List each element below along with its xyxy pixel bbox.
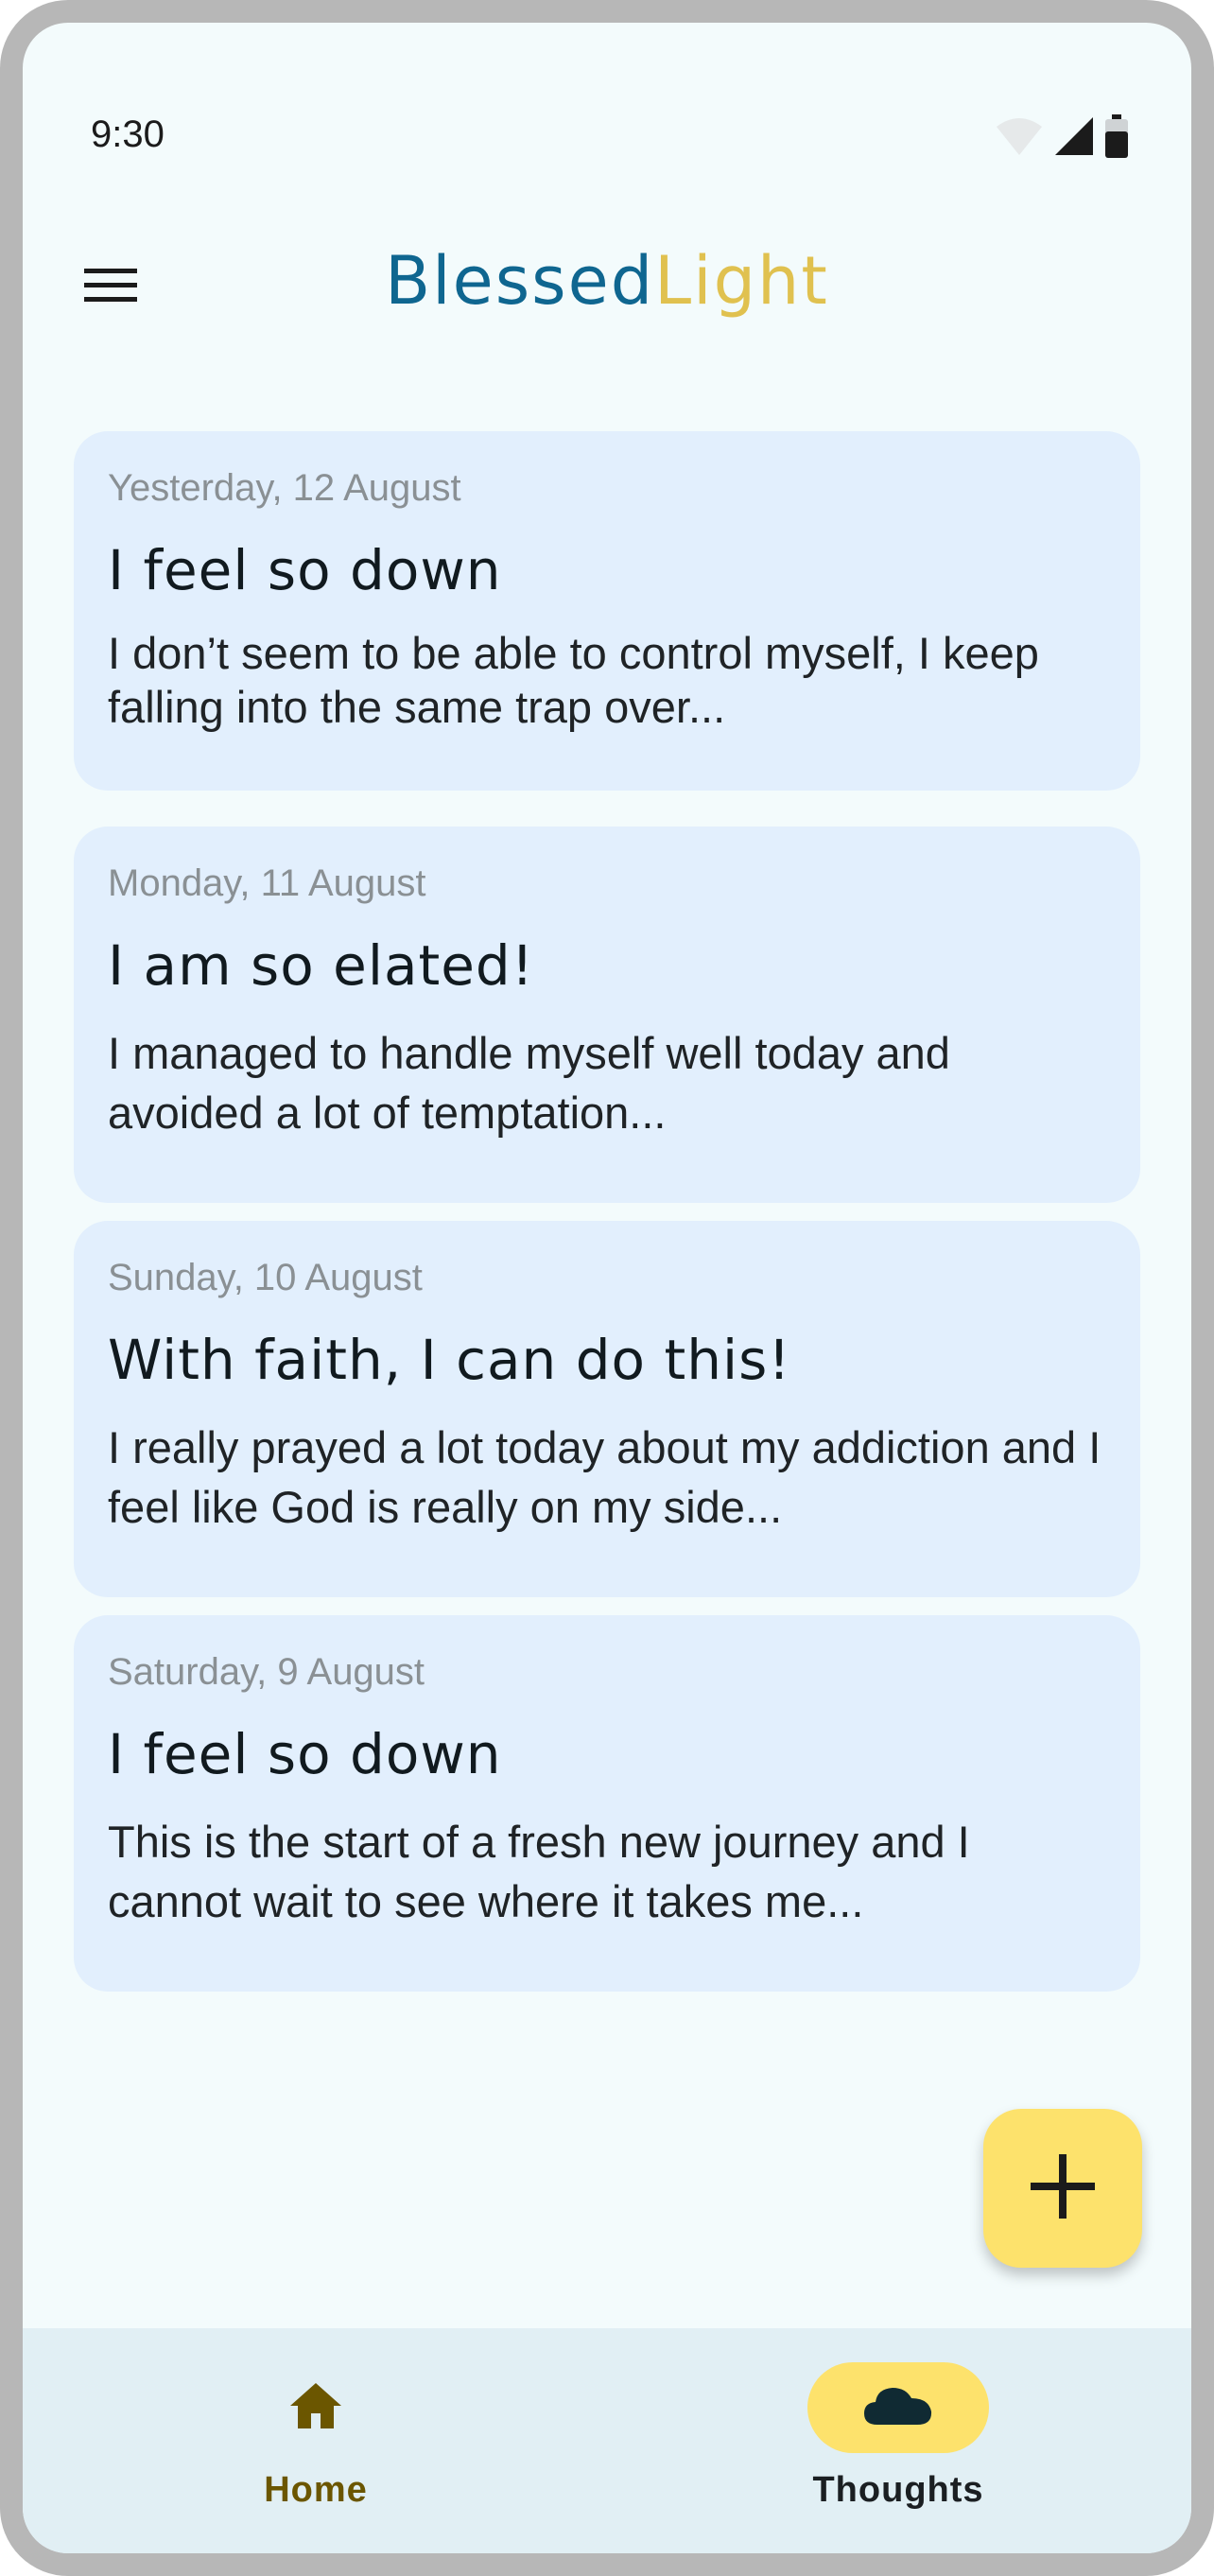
nav-pill-home (225, 2362, 407, 2453)
entry-date: Monday, 11 August (108, 862, 426, 904)
status-icons (995, 114, 1129, 162)
home-icon (288, 2381, 343, 2434)
entry-date: Yesterday, 12 August (108, 467, 461, 509)
brand-part-2: Light (654, 242, 829, 320)
journal-entry-card[interactable]: Saturday, 9 August I feel so down This i… (74, 1615, 1140, 1992)
nav-label-thoughts: Thoughts (812, 2470, 984, 2510)
entry-title: With faith, I can do this! (108, 1328, 791, 1392)
journal-entry-card[interactable]: Sunday, 10 August With faith, I can do t… (74, 1221, 1140, 1597)
entry-title: I feel so down (108, 538, 502, 602)
nav-pill-thoughts (807, 2362, 989, 2453)
entry-excerpt: I really prayed a lot today about my add… (108, 1422, 1101, 1532)
bottom-navigation: Home Thoughts (23, 2328, 1191, 2553)
journal-entry-card[interactable]: Monday, 11 August I am so elated! I mana… (74, 827, 1140, 1203)
entry-title: I am so elated! (108, 933, 534, 998)
entry-excerpt: I managed to handle myself well today an… (108, 1028, 950, 1138)
screen: 9:30 BlessedLight Yesterday, 12 August I… (23, 23, 1191, 2553)
entry-date: Sunday, 10 August (108, 1257, 423, 1298)
app-logo: BlessedLight (23, 242, 1191, 320)
status-time: 9:30 (91, 113, 165, 155)
brand-part-1: Blessed (385, 242, 655, 320)
nav-item-thoughts[interactable]: Thoughts (709, 2328, 1087, 2553)
cloud-icon (862, 2385, 934, 2430)
phone-frame: 9:30 BlessedLight Yesterday, 12 August I… (0, 0, 1214, 2576)
journal-entry-card[interactable]: Yesterday, 12 August I feel so down I do… (74, 431, 1140, 791)
entry-excerpt: I don’t seem to be able to control mysel… (108, 628, 1039, 732)
cell-signal-icon (1053, 115, 1095, 161)
entry-title: I feel so down (108, 1722, 502, 1786)
plus-icon (1029, 2152, 1097, 2224)
entry-excerpt: This is the start of a fresh new journey… (108, 1817, 970, 1926)
wifi-icon (995, 115, 1044, 161)
nav-item-home[interactable]: Home (127, 2328, 505, 2553)
nav-label-home: Home (264, 2470, 368, 2510)
battery-icon (1104, 114, 1129, 162)
add-entry-button[interactable] (983, 2109, 1142, 2268)
entry-date: Saturday, 9 August (108, 1651, 425, 1693)
